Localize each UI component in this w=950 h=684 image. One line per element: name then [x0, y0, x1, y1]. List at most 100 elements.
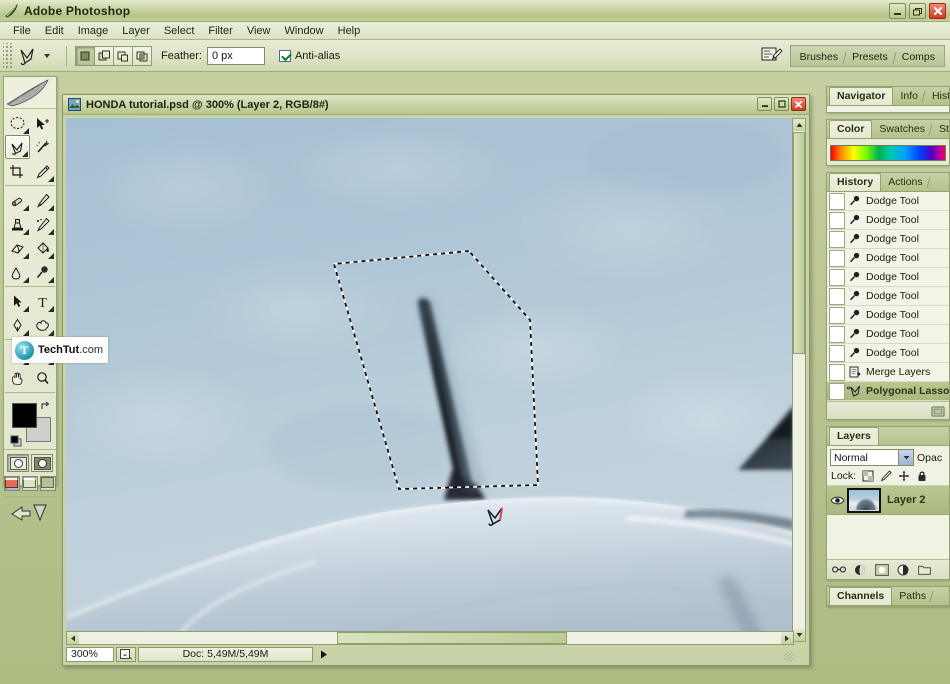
- paint-bucket-tool[interactable]: [30, 236, 55, 260]
- layer-item[interactable]: Layer 2: [827, 485, 949, 515]
- palette-tab-brushes[interactable]: Brushes: [793, 49, 846, 66]
- scroll-down-button[interactable]: [793, 629, 805, 641]
- marquee-tool[interactable]: [5, 111, 30, 135]
- history-item-selected[interactable]: Polygonal Lasso: [827, 382, 949, 401]
- hand-tool[interactable]: [5, 366, 30, 390]
- lasso-tool[interactable]: [5, 135, 30, 159]
- history-item[interactable]: Dodge Tool: [827, 306, 949, 325]
- doc-thumb-icon[interactable]: [116, 646, 136, 662]
- antialias-group[interactable]: Anti-alias: [278, 49, 340, 62]
- menu-window[interactable]: Window: [278, 23, 331, 39]
- history-item[interactable]: Dodge Tool: [827, 287, 949, 306]
- custom-shape-tool[interactable]: [30, 313, 55, 337]
- history-item[interactable]: Dodge Tool: [827, 344, 949, 363]
- crop-tool[interactable]: [5, 159, 30, 183]
- jump-to-imageready-icon[interactable]: [4, 499, 56, 525]
- history-item[interactable]: Dodge Tool: [827, 249, 949, 268]
- minimize-button[interactable]: [889, 3, 906, 19]
- menu-filter[interactable]: Filter: [201, 23, 239, 39]
- vertical-scrollbar[interactable]: [792, 118, 806, 642]
- pen-tool[interactable]: [5, 313, 30, 337]
- swap-colors-icon[interactable]: [40, 401, 51, 412]
- brush-tool[interactable]: [30, 188, 55, 212]
- history-snapshot-box[interactable]: [829, 249, 845, 267]
- new-selection-button[interactable]: [75, 45, 95, 66]
- lock-image-pixels-icon[interactable]: [880, 470, 892, 482]
- type-tool[interactable]: T: [30, 289, 55, 313]
- eraser-tool[interactable]: [5, 236, 30, 260]
- tab-histogram[interactable]: Histog: [925, 87, 949, 105]
- clone-stamp-tool[interactable]: [5, 212, 30, 236]
- tab-history[interactable]: History: [829, 173, 882, 191]
- history-brush-tool[interactable]: [30, 212, 55, 236]
- color-spectrum-ramp[interactable]: [830, 145, 946, 161]
- new-fill-adjustment-icon[interactable]: [897, 564, 910, 576]
- horizontal-scroll-thumb[interactable]: [337, 632, 567, 644]
- image-canvas[interactable]: [66, 118, 794, 642]
- palette-dock-icon[interactable]: [760, 45, 784, 67]
- create-new-snapshot-icon[interactable]: [931, 405, 945, 417]
- menu-select[interactable]: Select: [157, 23, 202, 39]
- full-screen-mode-button[interactable]: [40, 476, 56, 491]
- path-selection-tool[interactable]: [5, 289, 30, 313]
- history-snapshot-box[interactable]: [829, 230, 845, 248]
- history-snapshot-box[interactable]: [829, 306, 845, 324]
- foreground-color-swatch[interactable]: [12, 403, 37, 428]
- standard-mask-mode-button[interactable]: [7, 454, 29, 472]
- tab-swatches[interactable]: Swatches: [872, 120, 932, 138]
- history-item[interactable]: Dodge Tool: [827, 325, 949, 344]
- feather-banner-icon[interactable]: [4, 77, 56, 109]
- tool-preset-chevron-down-icon[interactable]: [44, 53, 50, 58]
- vertical-scroll-thumb[interactable]: [793, 132, 805, 354]
- close-button[interactable]: [929, 3, 946, 19]
- lock-position-icon[interactable]: [898, 470, 910, 482]
- history-item[interactable]: Dodge Tool: [827, 192, 949, 211]
- quick-mask-mode-button[interactable]: [31, 454, 53, 472]
- menu-edit[interactable]: Edit: [38, 23, 71, 39]
- dodge-tool[interactable]: [30, 260, 55, 284]
- tab-actions[interactable]: Actions: [881, 173, 929, 191]
- restore-button[interactable]: [909, 3, 926, 19]
- history-item[interactable]: Dodge Tool: [827, 211, 949, 230]
- intersect-with-selection-button[interactable]: [132, 45, 152, 66]
- chevron-down-icon[interactable]: [898, 450, 913, 465]
- history-snapshot-box[interactable]: [829, 363, 845, 381]
- scroll-up-button[interactable]: [793, 119, 805, 131]
- add-to-selection-button[interactable]: [94, 45, 114, 66]
- tab-channels[interactable]: Channels: [829, 587, 893, 605]
- history-snapshot-box[interactable]: [829, 192, 845, 210]
- polygonal-lasso-icon[interactable]: [16, 44, 42, 68]
- menu-help[interactable]: Help: [331, 23, 368, 39]
- document-title-bar[interactable]: HONDA tutorial.psd @ 300% (Layer 2, RGB/…: [63, 95, 809, 115]
- move-tool[interactable]: [30, 111, 55, 135]
- blur-tool[interactable]: [5, 260, 30, 284]
- history-snapshot-box[interactable]: [829, 344, 845, 362]
- subtract-from-selection-button[interactable]: [113, 45, 133, 66]
- tab-color[interactable]: Color: [829, 120, 873, 138]
- document-close-button[interactable]: [791, 97, 806, 111]
- link-layers-icon[interactable]: [832, 564, 846, 575]
- magic-wand-tool[interactable]: [30, 135, 55, 159]
- tab-styles[interactable]: Styles: [932, 120, 949, 138]
- menu-view[interactable]: View: [240, 23, 278, 39]
- horizontal-scrollbar[interactable]: [66, 631, 794, 645]
- history-item[interactable]: Dodge Tool: [827, 230, 949, 249]
- layer-thumbnail[interactable]: [847, 487, 881, 513]
- options-bar-grip[interactable]: [3, 42, 12, 69]
- full-screen-with-menubar-button[interactable]: [22, 476, 38, 491]
- healing-brush-tool[interactable]: [5, 188, 30, 212]
- blend-mode-select[interactable]: Normal: [830, 449, 914, 466]
- menu-layer[interactable]: Layer: [115, 23, 157, 39]
- slice-tool[interactable]: [30, 159, 55, 183]
- history-snapshot-box[interactable]: [829, 211, 845, 229]
- eye-icon[interactable]: [827, 495, 847, 506]
- tab-navigator[interactable]: Navigator: [829, 87, 894, 105]
- resize-grip[interactable]: [784, 652, 794, 662]
- tab-layers[interactable]: Layers: [829, 427, 879, 445]
- zoom-tool[interactable]: [30, 366, 55, 390]
- history-snapshot-box[interactable]: [829, 382, 845, 400]
- history-snapshot-box[interactable]: [829, 268, 845, 286]
- layer-style-icon[interactable]: f: [854, 564, 867, 576]
- history-snapshot-box[interactable]: [829, 287, 845, 305]
- tab-paths[interactable]: Paths: [892, 587, 933, 605]
